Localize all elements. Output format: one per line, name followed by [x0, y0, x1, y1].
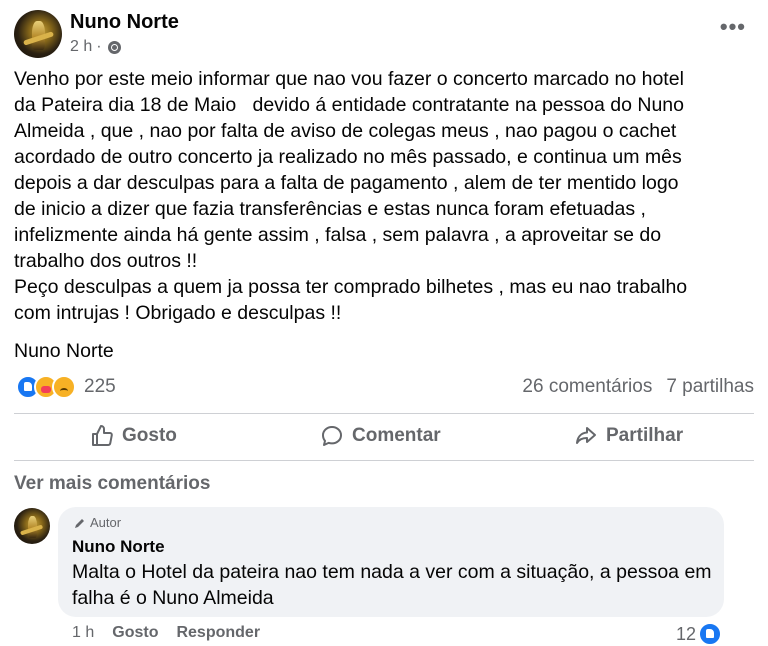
post-timestamp[interactable]: 2 h	[70, 38, 92, 56]
meta-separator: ·	[96, 38, 102, 55]
comment-author-avatar[interactable]	[14, 508, 50, 544]
reactions-summary[interactable]: 225	[16, 375, 116, 399]
pencil-icon	[75, 518, 84, 528]
post-author-avatar[interactable]	[14, 10, 62, 58]
divider	[14, 460, 754, 461]
like-button[interactable]: Gosto	[90, 424, 177, 448]
comment-like-count: 12	[675, 623, 696, 644]
post-meta: 2 h ·	[70, 38, 121, 56]
post-text: Venho por este meio informar que nao vou…	[14, 68, 688, 324]
engagement-stats: 26 comentários 7 partilhas	[522, 376, 754, 398]
share-icon	[576, 427, 596, 444]
comment-reply-button[interactable]: Responder	[176, 624, 260, 642]
comment-bubble: Autor Nuno Norte Malta o Hotel da pateir…	[58, 507, 724, 617]
divider	[14, 413, 754, 414]
comment-icon	[322, 426, 342, 446]
like-button-label: Gosto	[122, 425, 177, 446]
sad-icon	[52, 375, 76, 399]
like-icon	[698, 622, 722, 646]
comment-actions: 1 h Gosto Responder	[72, 624, 260, 642]
post-signature: Nuno Norte	[14, 340, 114, 362]
author-badge: Autor	[74, 515, 121, 530]
view-more-comments-link[interactable]: Ver mais comentários	[14, 473, 210, 495]
comment-button[interactable]: Comentar	[320, 424, 441, 448]
comment-like-button[interactable]: Gosto	[112, 624, 158, 642]
shares-count[interactable]: 7 partilhas	[666, 376, 754, 398]
comment-reactions[interactable]: 12	[676, 622, 722, 646]
share-button-label: Partilhar	[606, 425, 684, 446]
more-options-button[interactable]: •••	[720, 14, 746, 40]
globe-icon	[107, 40, 121, 54]
post-author-name[interactable]: Nuno Norte	[70, 11, 179, 34]
comments-count[interactable]: 26 comentários	[522, 376, 652, 398]
share-button[interactable]: Partilhar	[574, 424, 683, 448]
reaction-count: 225	[84, 376, 116, 397]
thumbs-up-icon	[92, 425, 113, 446]
comment-author-name[interactable]: Nuno Norte	[72, 537, 165, 557]
comment-timestamp[interactable]: 1 h	[72, 624, 94, 642]
author-badge-label: Autor	[90, 515, 122, 530]
comment-button-label: Comentar	[352, 425, 441, 446]
comment-text: Malta o Hotel da pateira nao tem nada a …	[72, 561, 712, 609]
